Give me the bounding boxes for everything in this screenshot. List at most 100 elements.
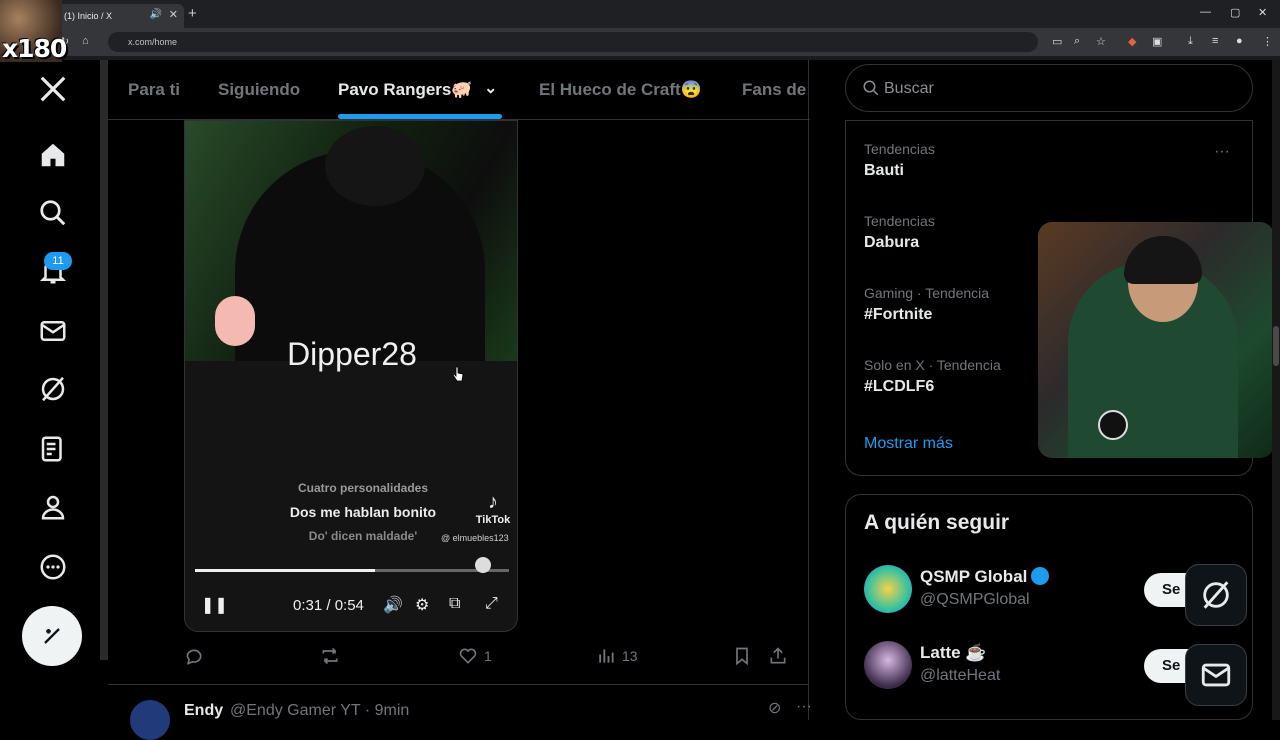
column-divider xyxy=(808,60,809,720)
tab-fans-de[interactable]: Fans de xyxy=(742,80,806,100)
grok-icon[interactable] xyxy=(36,372,70,406)
left-scrollbar[interactable] xyxy=(100,60,108,660)
url-field[interactable]: x.com/home xyxy=(108,32,1038,52)
extensions-puzzle-icon[interactable]: ▣ xyxy=(1152,35,1162,48)
like-button[interactable]: 1 xyxy=(458,646,492,666)
video-progress-bar[interactable] xyxy=(195,569,509,572)
profile-icon[interactable]: ● xyxy=(1236,35,1243,47)
streamer-webcam xyxy=(1038,222,1274,458)
more-options-icon[interactable]: ··· xyxy=(796,698,812,716)
author-name[interactable]: Endy xyxy=(184,702,223,720)
more-options-icon[interactable]: ··· xyxy=(1214,143,1230,161)
fullscreen-icon[interactable]: ⤢ xyxy=(485,595,498,613)
tweet-divider xyxy=(108,684,808,685)
avatar[interactable] xyxy=(864,641,912,689)
x-logo-icon[interactable] xyxy=(36,72,70,106)
volume-slider-knob[interactable] xyxy=(475,557,491,573)
chevron-down-icon[interactable]: ⌄ xyxy=(484,78,497,98)
trend-item[interactable]: Tendencias Dabura xyxy=(864,213,935,252)
subtitle-current: Dos me hablan bonito xyxy=(289,504,437,520)
bookmark-button[interactable] xyxy=(732,646,752,666)
extension-icon[interactable]: ◆ xyxy=(1128,35,1136,48)
home-icon[interactable]: ⌂ xyxy=(82,35,89,47)
suggestion-name[interactable]: Latte ☕ xyxy=(920,643,987,663)
tab-title: (1) Inicio / X xyxy=(64,11,113,21)
mail-icon xyxy=(1201,663,1231,687)
video-time: 0:31 / 0:54 xyxy=(293,597,364,614)
right-scrollbar-track[interactable] xyxy=(1272,60,1280,720)
search-icon xyxy=(863,80,879,96)
settings-gear-icon[interactable]: ⚙ xyxy=(415,595,429,615)
download-icon[interactable]: ⤓ xyxy=(1188,35,1193,48)
search-input[interactable]: Buscar xyxy=(884,80,934,98)
share-icon xyxy=(770,647,786,664)
post-button[interactable] xyxy=(22,606,82,666)
grok-icon[interactable]: ⊘ xyxy=(768,698,781,718)
video-person-head xyxy=(325,126,425,206)
zoom-icon[interactable]: ⌕ xyxy=(1074,35,1080,48)
suggestion-handle: @latteHeat xyxy=(920,667,1001,684)
new-tab-button[interactable]: + xyxy=(188,5,197,22)
views-count: 13 xyxy=(622,648,638,664)
right-scrollbar-thumb[interactable] xyxy=(1273,326,1279,366)
trend-name: Dabura xyxy=(864,234,920,251)
lists-icon[interactable] xyxy=(36,432,70,466)
verified-badge-icon xyxy=(1031,566,1050,585)
video-player[interactable]: Dipper28 Cuatro personalidades Dos me ha… xyxy=(184,120,518,632)
views-chart-icon xyxy=(599,649,614,663)
trend-context: Tendencias xyxy=(864,213,935,229)
tab-siguiendo[interactable]: Siguiendo xyxy=(218,80,300,100)
feather-plus-icon xyxy=(44,628,60,644)
browser-tab[interactable]: (1) Inicio / X 🔊 ✕ xyxy=(56,4,184,28)
video-progress-fill xyxy=(195,569,376,572)
trend-item[interactable]: Tendencias Bauti xyxy=(864,141,935,180)
trend-context: Tendencias xyxy=(864,141,935,157)
messages-float-button[interactable] xyxy=(1185,644,1247,706)
mail-icon[interactable] xyxy=(36,314,70,348)
video-name-overlay: Dipper28 xyxy=(287,336,417,372)
menu-kebab-icon[interactable]: ⋮ xyxy=(1262,35,1273,48)
trend-item[interactable]: Gaming · Tendencia #Fortnite xyxy=(864,285,989,324)
trend-name: Bauti xyxy=(864,162,904,179)
next-tweet-header[interactable]: Endy @Endy Gamer YT · 9min ⊘ ··· xyxy=(130,696,812,740)
heart-icon xyxy=(459,648,477,664)
media-icon[interactable]: ≡ xyxy=(1212,35,1218,47)
maximize-button[interactable]: ▢ xyxy=(1230,6,1240,19)
more-icon[interactable] xyxy=(36,550,70,584)
timeline-tabs: Para ti Siguiendo Pavo Rangers🐖 ⌄ El Hue… xyxy=(108,60,810,120)
reply-button[interactable] xyxy=(184,646,204,666)
grok-icon xyxy=(1203,581,1229,609)
share-button[interactable] xyxy=(768,646,788,666)
active-tab-indicator xyxy=(338,114,502,119)
close-icon[interactable]: ✕ xyxy=(169,8,178,21)
profile-icon[interactable] xyxy=(36,490,70,524)
suggestion-name[interactable]: QSMP Global xyxy=(920,566,1050,587)
repost-button[interactable] xyxy=(320,646,340,666)
picture-in-picture-icon[interactable]: ⧉ xyxy=(449,595,460,613)
suggestion-name-text: QSMP Global xyxy=(920,567,1028,586)
search-box[interactable]: Buscar xyxy=(845,64,1253,112)
search-icon[interactable] xyxy=(36,196,70,230)
trend-context: Solo en X · Tendencia xyxy=(864,357,1001,373)
minimize-button[interactable]: — xyxy=(1200,6,1211,18)
tiktok-watermark: ♪ TikTok xyxy=(471,491,515,526)
avatar[interactable] xyxy=(130,700,170,740)
pause-icon[interactable]: ❚❚ xyxy=(201,595,228,615)
tiktok-note-icon: ♪ xyxy=(488,491,498,513)
volume-icon[interactable]: 🔊 xyxy=(383,595,403,615)
close-window-button[interactable]: ✕ xyxy=(1258,6,1267,19)
tiktok-handle: @ elmuebles123 xyxy=(441,533,509,543)
avatar[interactable] xyxy=(864,565,912,613)
cast-icon[interactable]: ▭ xyxy=(1052,35,1062,48)
bookmark-star-icon[interactable]: ☆ xyxy=(1096,35,1106,48)
tab-pavo-rangers[interactable]: Pavo Rangers🐖 xyxy=(338,80,473,100)
grok-float-button[interactable] xyxy=(1185,564,1247,626)
home-icon[interactable] xyxy=(36,138,70,172)
tab-para-ti[interactable]: Para ti xyxy=(128,80,180,100)
views-button[interactable]: 13 xyxy=(596,646,638,666)
speaker-icon[interactable]: 🔊 xyxy=(150,9,162,20)
show-more-link[interactable]: Mostrar más xyxy=(864,435,953,453)
tab-hueco-de-craft[interactable]: El Hueco de Craft😨 xyxy=(539,80,702,100)
hand-cursor-icon xyxy=(452,366,464,382)
trend-item[interactable]: Solo en X · Tendencia #LCDLF6 xyxy=(864,357,1001,396)
